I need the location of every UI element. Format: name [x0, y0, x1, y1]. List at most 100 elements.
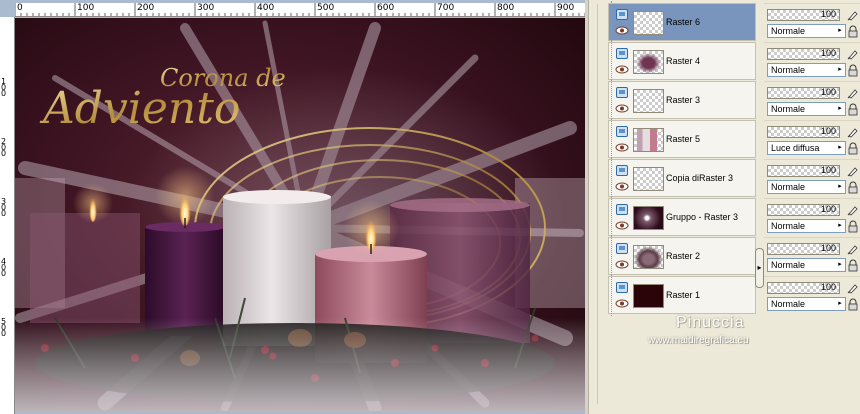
blend-mode-value: Normale [771, 260, 806, 270]
layer-row[interactable]: Raster 3 [608, 79, 756, 121]
lock-icon[interactable] [847, 220, 859, 233]
watermark-url: www.maidiregrafica.eu [648, 335, 749, 346]
opacity-value: 100 [820, 126, 836, 136]
layer-thumbnail[interactable] [633, 50, 664, 74]
layer-row[interactable]: Raster 4 [608, 40, 756, 82]
eye-icon[interactable] [615, 143, 629, 152]
blend-mode-select[interactable]: Normale ▸ [767, 24, 846, 38]
layer-name[interactable]: Raster 1 [666, 290, 700, 300]
brush-icon[interactable] [847, 282, 859, 294]
blend-mode-select[interactable]: Normale ▸ [767, 258, 846, 272]
layer-visibility-icon[interactable] [616, 204, 628, 215]
image-canvas[interactable]: Corona de Adviento [15, 18, 585, 411]
eye-icon[interactable] [615, 65, 629, 74]
layer-thumbnail[interactable] [633, 11, 664, 35]
brush-icon[interactable] [847, 165, 859, 177]
eye-icon[interactable] [615, 260, 629, 269]
ruler-horizontal: 0 100 200 300 400 500 600 700 800 900 [15, 3, 588, 17]
layer-thumbnail[interactable] [633, 128, 664, 152]
layer-name[interactable]: Raster 2 [666, 251, 700, 261]
lock-icon[interactable] [847, 103, 859, 116]
layer-row[interactable]: Raster 2 [608, 235, 756, 277]
lock-icon[interactable] [847, 259, 859, 272]
layer-properties-row: 100 Normale ▸ [764, 3, 860, 41]
brush-icon[interactable] [847, 243, 859, 255]
blend-mode-select[interactable]: Normale ▸ [767, 219, 846, 233]
chevron-right-icon: ▸ [835, 103, 845, 115]
layer-properties-row: 100 Normale ▸ [764, 198, 860, 236]
eye-icon[interactable] [615, 182, 629, 191]
lock-icon[interactable] [847, 64, 859, 77]
layer-tree-line [611, 274, 616, 316]
layer-thumbnail[interactable] [633, 167, 664, 191]
eye-icon[interactable] [615, 299, 629, 308]
ruler-label: 800 [497, 3, 515, 13]
layer-name[interactable]: Copia diRaster 3 [666, 173, 733, 183]
layer-row[interactable]: Raster 6 [608, 1, 756, 43]
chevron-right-icon: ▸ [835, 298, 845, 310]
document-window: 0 100 200 300 400 500 600 700 800 900 1 0 0 2 0 0 3… [0, 0, 588, 414]
layer-name[interactable]: Raster 6 [666, 17, 700, 27]
layer-name[interactable]: Raster 3 [666, 95, 700, 105]
blend-mode-select[interactable]: Luce diffusa ▸ [767, 141, 846, 155]
chevron-right-icon: ▸ [835, 142, 845, 154]
layer-tree-line [611, 1, 616, 43]
layer-name[interactable]: Raster 4 [666, 56, 700, 66]
layer-visibility-icon[interactable] [616, 126, 628, 137]
layer-thumbnail[interactable] [633, 245, 664, 269]
lock-icon[interactable] [847, 181, 859, 194]
blend-mode-value: Normale [771, 104, 806, 114]
chevron-right-icon[interactable]: ▸ [755, 248, 764, 288]
ruler-label: 100 [77, 3, 95, 13]
brush-icon[interactable] [847, 9, 859, 21]
layer-row[interactable]: Gruppo - Raster 3 [608, 196, 756, 238]
chevron-right-icon: ▸ [835, 25, 845, 37]
eye-icon[interactable] [615, 221, 629, 230]
layer-visibility-icon[interactable] [616, 165, 628, 176]
layer-visibility-icon[interactable] [616, 282, 628, 293]
lock-icon[interactable] [847, 25, 859, 38]
chevron-right-icon: ▸ [835, 259, 845, 271]
layer-tree-line [611, 196, 616, 238]
layer-thumbnail[interactable] [633, 89, 664, 113]
layer-properties: 100 Normale ▸ 100 Normale ▸ 100 Normale ▸ 100 Luce… [764, 3, 860, 314]
brush-icon[interactable] [847, 87, 859, 99]
layer-visibility-icon[interactable] [616, 243, 628, 254]
layer-visibility-icon[interactable] [616, 9, 628, 20]
ruler-label: 1 0 0 [1, 77, 7, 98]
layer-properties-row: 100 Luce diffusa ▸ [764, 120, 860, 158]
ruler-label: 0 [17, 3, 23, 13]
blend-mode-select[interactable]: Normale ▸ [767, 63, 846, 77]
ruler-label: 2 0 0 [1, 137, 7, 158]
lock-icon[interactable] [847, 298, 859, 311]
layer-thumbnail[interactable] [633, 206, 664, 230]
ruler-vertical: 1 0 0 2 0 0 3 0 0 4 0 0 5 0 0 [0, 17, 15, 414]
panel-divider [588, 0, 608, 414]
ruler-label: 400 [257, 3, 275, 13]
layer-visibility-icon[interactable] [616, 87, 628, 98]
layer-row[interactable]: Copia diRaster 3 [608, 157, 756, 199]
blend-mode-select[interactable]: Normale ▸ [767, 297, 846, 311]
brush-icon[interactable] [847, 204, 859, 216]
title-line-2: Adviento [39, 83, 240, 134]
eye-icon[interactable] [615, 104, 629, 113]
layer-name[interactable]: Raster 5 [666, 134, 700, 144]
blend-mode-select[interactable]: Normale ▸ [767, 180, 846, 194]
brush-icon[interactable] [847, 48, 859, 60]
opacity-value: 100 [820, 48, 836, 58]
layer-thumbnail[interactable] [633, 284, 664, 308]
blend-mode-value: Normale [771, 65, 806, 75]
lock-icon[interactable] [847, 142, 859, 155]
ruler-label: 600 [377, 3, 395, 13]
layer-name[interactable]: Gruppo - Raster 3 [666, 212, 738, 222]
opacity-value: 100 [820, 165, 836, 175]
layer-visibility-icon[interactable] [616, 48, 628, 59]
brush-icon[interactable] [847, 126, 859, 138]
layer-row[interactable]: Raster 5 [608, 118, 756, 160]
layer-row[interactable]: Raster 1 [608, 274, 756, 316]
eye-icon[interactable] [615, 26, 629, 35]
ruler-label: 200 [137, 3, 155, 13]
blend-mode-value: Luce diffusa [771, 143, 820, 153]
opacity-value: 100 [820, 243, 836, 253]
blend-mode-select[interactable]: Normale ▸ [767, 102, 846, 116]
